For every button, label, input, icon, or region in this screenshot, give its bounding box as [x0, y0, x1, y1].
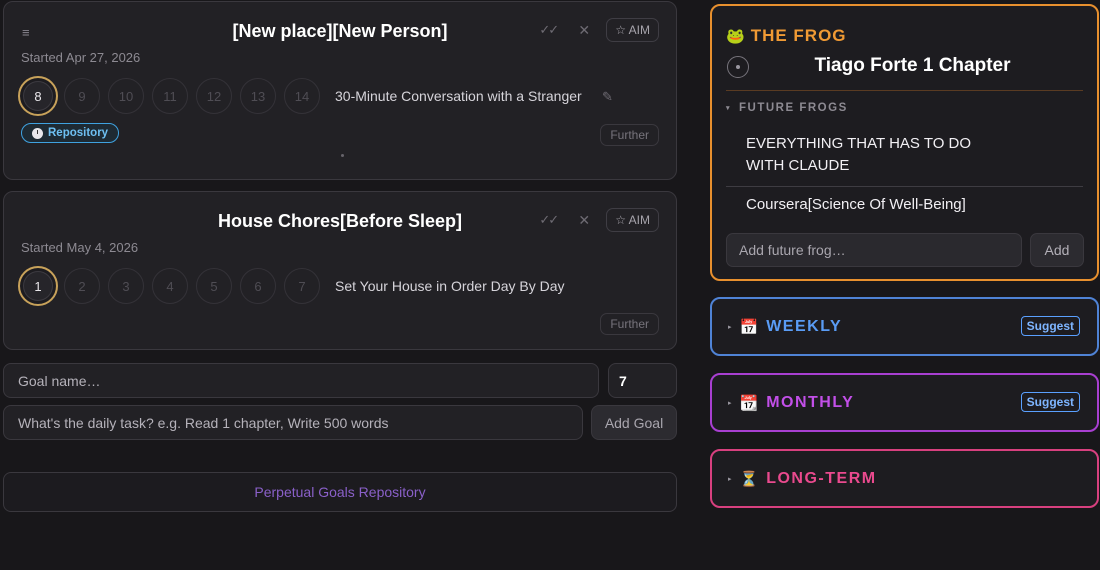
close-icon[interactable]: ✕: [566, 212, 602, 229]
close-icon[interactable]: ✕: [566, 22, 602, 39]
long-term-header: ▸ ⏳ LONG-TERM: [728, 451, 877, 506]
add-frog-button[interactable]: Add: [1030, 233, 1084, 267]
future-frogs-toggle[interactable]: ▾ FUTURE FROGS: [726, 102, 848, 114]
add-goal-button[interactable]: Add Goal: [591, 405, 677, 440]
drag-handle[interactable]: [341, 154, 344, 157]
aim-button[interactable]: ☆ AIM: [606, 18, 659, 42]
day-circle[interactable]: 2: [64, 268, 100, 304]
future-frog-item[interactable]: Coursera[Science Of Well-Being]: [746, 194, 966, 216]
chevron-down-icon: ▾: [726, 105, 732, 112]
goal-card: House Chores[Before Sleep] ✓✓ ✕ ☆ AIM St…: [3, 191, 677, 350]
chevron-right-icon: ▸: [728, 399, 732, 407]
daily-task: Set Your House in Order Day By Day: [335, 278, 565, 294]
frog-header: 🐸 THE FROG: [726, 26, 847, 46]
clock-icon: [32, 127, 43, 139]
goal-actions: ✓✓ ✕ ☆ AIM: [530, 208, 659, 232]
weekly-title: WEEKLY: [766, 317, 843, 335]
day-circle[interactable]: 9: [64, 78, 100, 114]
day-circle[interactable]: 14: [284, 78, 320, 114]
future-frog-item[interactable]: EVERYTHING THAT HAS TO DO WITH CLAUDE: [746, 133, 996, 177]
day-circle[interactable]: 5: [196, 268, 232, 304]
further-button[interactable]: Further: [600, 313, 659, 335]
complete-icon[interactable]: ✓✓: [530, 212, 566, 228]
calendar-icon: 📆: [739, 394, 759, 412]
complete-icon[interactable]: ✓✓: [530, 22, 566, 38]
goal-card: ≡ [New place][New Person] ✓✓ ✕ ☆ AIM Sta…: [3, 1, 677, 180]
weekly-panel[interactable]: ▸ 📅 WEEKLY Suggest: [710, 297, 1099, 356]
monthly-panel[interactable]: ▸ 📆 MONTHLY Suggest: [710, 373, 1099, 432]
goal-name-input[interactable]: Goal name…: [3, 363, 599, 398]
chevron-right-icon: ▸: [728, 475, 732, 483]
long-term-title: LONG-TERM: [766, 469, 877, 487]
frog-panel: 🐸 THE FROG Tiago Forte 1 Chapter ▾ FUTUR…: [710, 4, 1099, 281]
future-frogs-label: FUTURE FROGS: [739, 102, 848, 114]
day-circle[interactable]: 13: [240, 78, 276, 114]
hourglass-icon: ⏳: [739, 470, 759, 488]
weekly-suggest-button[interactable]: Suggest: [1020, 316, 1080, 336]
aim-button[interactable]: ☆ AIM: [606, 208, 659, 232]
day-circle[interactable]: 10: [108, 78, 144, 114]
day-circle[interactable]: 3: [108, 268, 144, 304]
badge-label: Repository: [48, 127, 109, 139]
day-circle[interactable]: 7: [284, 268, 320, 304]
day-circle[interactable]: 4: [152, 268, 188, 304]
goal-actions: ✓✓ ✕ ☆ AIM: [530, 18, 659, 42]
divider: [726, 186, 1083, 187]
weekly-header: ▸ 📅 WEEKLY: [728, 299, 842, 354]
duration-input[interactable]: 7: [608, 363, 677, 398]
day-circle[interactable]: 11: [152, 78, 188, 114]
future-frog-input[interactable]: Add future frog…: [726, 233, 1022, 267]
monthly-header: ▸ 📆 MONTHLY: [728, 375, 854, 430]
started-date: Started May 4, 2026: [21, 240, 139, 255]
long-term-panel[interactable]: ▸ ⏳ LONG-TERM: [710, 449, 1099, 508]
divider: [726, 90, 1083, 91]
day-circle-current[interactable]: 1: [18, 266, 58, 306]
perpetual-goals-repository-button[interactable]: Perpetual Goals Repository: [3, 472, 677, 512]
frog-title: THE FROG: [750, 26, 847, 45]
day-tracker: 1 2 3 4 5 6 7: [18, 266, 320, 306]
day-circle[interactable]: 6: [240, 268, 276, 304]
day-circle[interactable]: 12: [196, 78, 232, 114]
repository-badge[interactable]: Repository: [21, 123, 120, 143]
started-date: Started Apr 27, 2026: [21, 50, 141, 65]
current-frog: Tiago Forte 1 Chapter: [814, 55, 1011, 76]
frog-icon: 🐸: [726, 28, 745, 45]
further-button[interactable]: Further: [600, 124, 659, 146]
calendar-icon: 📅: [739, 318, 759, 336]
daily-task-input[interactable]: What's the daily task? e.g. Read 1 chapt…: [3, 405, 583, 440]
edit-icon[interactable]: ✎: [602, 89, 613, 105]
daily-task: 30-Minute Conversation with a Stranger: [335, 88, 582, 104]
monthly-suggest-button[interactable]: Suggest: [1020, 392, 1080, 412]
day-circle-current[interactable]: 8: [18, 76, 58, 116]
day-tracker: 8 9 10 11 12 13 14: [18, 76, 320, 116]
chevron-right-icon: ▸: [728, 323, 732, 331]
monthly-title: MONTHLY: [766, 393, 855, 411]
